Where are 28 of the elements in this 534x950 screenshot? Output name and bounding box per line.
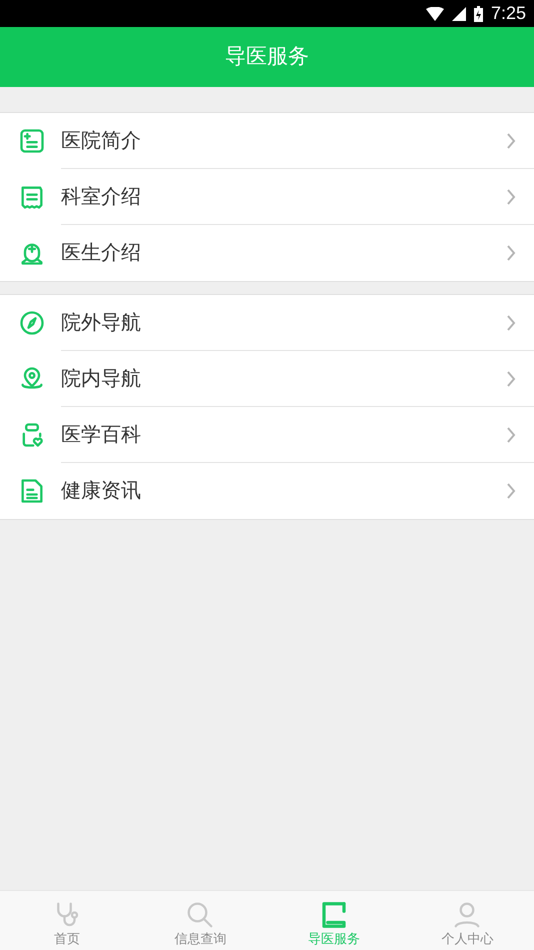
menu-item-label: 院内导航: [61, 366, 142, 392]
menu-item[interactable]: 健康资讯: [0, 463, 534, 519]
clock: 7:25: [490, 2, 526, 25]
menu-item[interactable]: 医学百科: [0, 407, 534, 463]
chevron-icon: [506, 370, 516, 386]
menu-item-label: 院外导航: [61, 310, 142, 336]
chevron-icon: [506, 426, 516, 442]
header-title: 导医服务: [225, 44, 309, 70]
chevron-icon: [506, 188, 516, 204]
menu-item-label: 医生介绍: [61, 241, 142, 266]
menu-item-label: 医学百科: [61, 422, 142, 448]
menu-item[interactable]: 医院简介: [0, 113, 534, 169]
menu-item[interactable]: 院内导航: [0, 351, 534, 407]
wifi-icon: [426, 6, 444, 20]
menu-item[interactable]: 医生介绍: [0, 225, 534, 281]
chevron-icon: [506, 314, 516, 330]
menu-item-label: 科室介绍: [61, 184, 142, 210]
menu-item-label: 健康资讯: [61, 479, 142, 504]
chevron-icon: [506, 245, 516, 261]
battery-icon: [474, 6, 483, 22]
signal-icon: [452, 6, 466, 20]
menu-item-label: 医院简介: [61, 128, 142, 154]
menu-item-icon: [18, 127, 46, 155]
chevron-icon: [506, 132, 516, 148]
menu-item[interactable]: 院外导航: [0, 295, 534, 351]
chevron-icon: [506, 483, 516, 499]
menu-item-icon: [18, 309, 46, 337]
menu-item[interactable]: 科室介绍: [0, 169, 534, 225]
